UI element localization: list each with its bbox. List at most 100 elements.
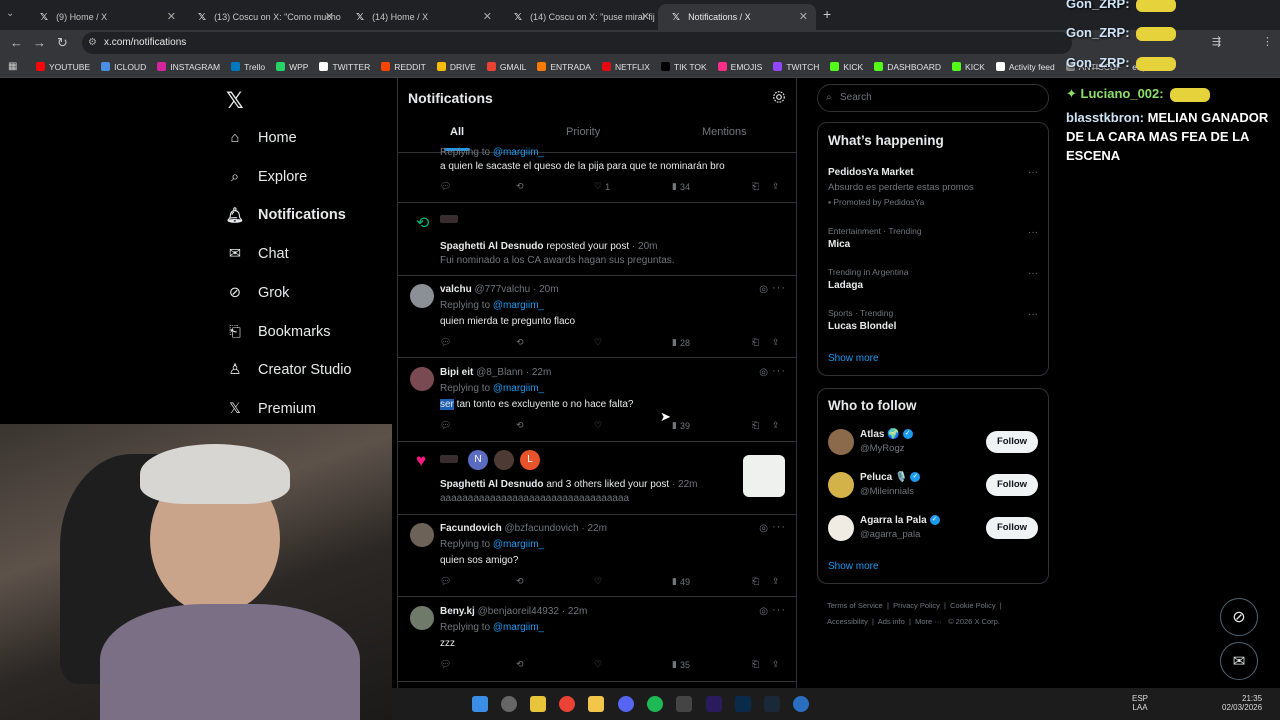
reply-notification[interactable]: Beny.kj @benjaoreil44932 · 22m ◎ ··· Repl… [398,598,796,682]
search-input[interactable]: ⌕ Search [817,84,1049,112]
grok-icon[interactable]: ◎ [759,606,768,617]
bookmark-item[interactable]: KICK [830,62,863,72]
avatar[interactable]: N [468,450,488,470]
views-button[interactable]: ▮ 35 [672,659,690,670]
sidebar-item-notifications[interactable]: 🔔︎ Notifications [226,201,346,229]
new-tab-button[interactable]: + [823,6,831,22]
browser-tab-active[interactable]: 𝕏 Notifications / X ✕ [658,4,816,30]
grok-icon[interactable]: ◎ [759,523,768,534]
follow-button[interactable]: Follow [986,517,1038,539]
bookmark-item[interactable]: DASHBOARD [874,62,941,72]
follow-name[interactable]: Atlas 🌍 ✓ [860,429,913,440]
notes-icon[interactable] [530,696,546,712]
folder-icon[interactable] [588,696,604,712]
follow-button[interactable]: Follow [986,474,1038,496]
more-icon[interactable]: ··· [772,365,786,377]
more-icon[interactable]: ··· [1028,227,1038,238]
post-thumbnail[interactable] [743,455,785,497]
bookmark-item[interactable]: KICK [952,62,985,72]
reply-icon[interactable]: 💬︎ [440,659,451,670]
url-input[interactable]: ⚙ x.com/notifications [82,32,1072,54]
close-icon[interactable]: ✕ [325,10,334,23]
reply-notification[interactable]: Replying to @margiim_ a quien le sacaste… [398,147,796,203]
clock[interactable]: 21:35 02/03/2026 [1222,694,1262,712]
spotify-icon[interactable] [647,696,663,712]
avatar[interactable] [828,515,854,541]
bookmark-icon[interactable]: ⎗ [752,420,759,431]
mention-link[interactable]: @margiim_ [493,539,544,550]
avatar[interactable] [494,450,514,470]
avatar[interactable] [410,284,434,308]
footer-link[interactable]: Accessibility [827,617,868,626]
back-arrow-icon[interactable]: ← [10,35,23,50]
avatar[interactable] [828,429,854,455]
x-logo-icon[interactable]: 𝕏 [226,88,244,114]
browser-tab[interactable]: 𝕏 (14) Coscu on X: "puse mirar fij ✕ [500,4,658,30]
settings-icon[interactable] [501,696,517,712]
avatar[interactable] [440,215,458,223]
browser-tab[interactable]: 𝕏 (14) Home / X ✕ [342,4,500,30]
bookmark-item[interactable]: TWITTER [319,62,370,72]
avatar[interactable] [410,523,434,547]
bookmark-icon[interactable]: ⎗ [752,576,759,587]
bookmark-item[interactable]: Activity feed [995,62,1055,72]
reply-icon[interactable]: 💬︎ [440,420,451,431]
show-more-link[interactable]: Show more [828,561,879,572]
sidebar-item-chat[interactable]: ✉ Chat [226,240,289,268]
reply-notification[interactable]: Bipi eit @8_Blann · 22m ◎ ··· Replying to… [398,359,796,442]
follow-button[interactable]: Follow [986,431,1038,453]
sidebar-item-creator-studio[interactable]: ♙ Creator Studio [226,356,352,384]
close-icon[interactable]: ✕ [799,10,808,23]
bookmark-item[interactable]: ENTRADA [537,62,591,72]
footer-link[interactable]: Terms of Service [827,601,883,610]
mention-link[interactable]: @margiim_ [493,147,544,158]
forward-arrow-icon[interactable]: → [33,35,46,50]
reply-icon[interactable]: 💬︎ [440,576,451,587]
footer-link[interactable]: Cookie Policy [950,601,995,610]
avatar[interactable] [410,367,434,391]
sidebar-item-grok[interactable]: ⊘ Grok [226,279,290,307]
close-icon[interactable]: ✕ [641,10,650,23]
bookmark-item[interactable]: GMAIL [486,62,526,72]
views-button[interactable]: ▮ 34 [672,181,690,192]
more-icon[interactable]: ··· [1028,268,1038,279]
trend-item[interactable]: Ladaga [828,280,863,291]
retweet-icon[interactable]: ⟲ [516,181,524,192]
gear-icon[interactable] [772,90,786,104]
tab-priority[interactable]: Priority [566,126,600,138]
bookmark-icon[interactable]: ⎗ [752,337,759,348]
footer-link[interactable]: Ads info [878,617,905,626]
avatar[interactable]: L [520,450,540,470]
grok-fab[interactable]: ⊘ [1220,598,1258,636]
show-more-link[interactable]: Show more [828,353,879,364]
bookmark-item[interactable]: INSTAGRAM [157,62,220,72]
follow-name[interactable]: Agarra la Pala ✓ [860,515,940,526]
discord-icon[interactable] [618,696,634,712]
bookmark-icon[interactable]: ⎗ [752,181,759,192]
like-button[interactable]: ♡ 1 [594,181,610,192]
more-icon[interactable]: ··· [772,521,786,533]
close-icon[interactable]: ✕ [167,10,176,23]
share-icon[interactable]: ⇪ [772,420,780,431]
tab-search-icon[interactable]: ⌄ [6,8,14,19]
retweet-icon[interactable]: ⟲ [516,420,524,431]
reply-notification[interactable]: Facundovich @bzfacundovich · 22m ◎ ··· Re… [398,515,796,597]
avatar[interactable] [440,455,458,463]
bookmark-item[interactable]: DRIVE [436,62,476,72]
footer-link[interactable]: More ··· [915,617,942,626]
reply-icon[interactable]: 💬︎ [440,337,451,348]
trend-item[interactable]: Mica [828,239,850,250]
bookmark-item[interactable]: WPP [276,62,308,72]
retweet-icon[interactable]: ⟲ [516,337,524,348]
views-button[interactable]: ▮ 28 [672,337,690,348]
photoshop-icon[interactable] [735,696,751,712]
retweet-icon[interactable]: ⟲ [516,659,524,670]
more-icon[interactable]: ··· [772,282,786,294]
tab-all[interactable]: All [450,126,464,138]
bookmark-item[interactable]: NETFLIX [601,62,650,72]
avatar[interactable] [828,472,854,498]
sidebar-item-home[interactable]: ⌂ Home [226,124,297,152]
browser-tab[interactable]: 𝕏 (13) Coscu on X: "Como mucho ✕ [184,4,342,30]
trend-item[interactable]: Lucas Blondel [828,321,896,332]
footer-link[interactable]: Privacy Policy [893,601,940,610]
